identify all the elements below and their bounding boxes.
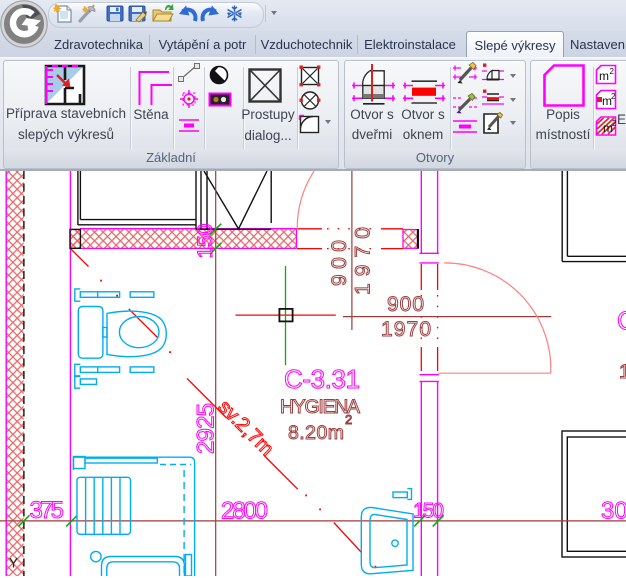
svg-text:900: 900 (328, 240, 351, 286)
svg-text:8.20m: 8.20m (288, 422, 344, 444)
svg-text:C-3.31: C-3.31 (284, 364, 360, 394)
svg-text:150: 150 (413, 499, 444, 522)
svg-text:2: 2 (345, 412, 352, 427)
svg-text:2800: 2800 (221, 497, 268, 524)
svg-text:300: 300 (601, 497, 626, 524)
svg-text:sv.2,7m: sv.2,7m (213, 396, 277, 460)
svg-text:2: 2 (611, 92, 616, 101)
svg-text:900: 900 (387, 293, 424, 316)
svg-text:1970: 1970 (352, 227, 375, 295)
svg-text:m: m (599, 69, 609, 83)
svg-text:Y: Y (9, 556, 18, 571)
svg-text:150: 150 (194, 224, 217, 259)
svg-text:2: 2 (612, 119, 617, 128)
svg-text:375: 375 (30, 497, 65, 524)
svg-text:1970: 1970 (381, 318, 431, 341)
svg-text:1: 1 (619, 361, 626, 383)
svg-text:2: 2 (610, 67, 615, 76)
svg-text:C-: C- (617, 306, 626, 336)
